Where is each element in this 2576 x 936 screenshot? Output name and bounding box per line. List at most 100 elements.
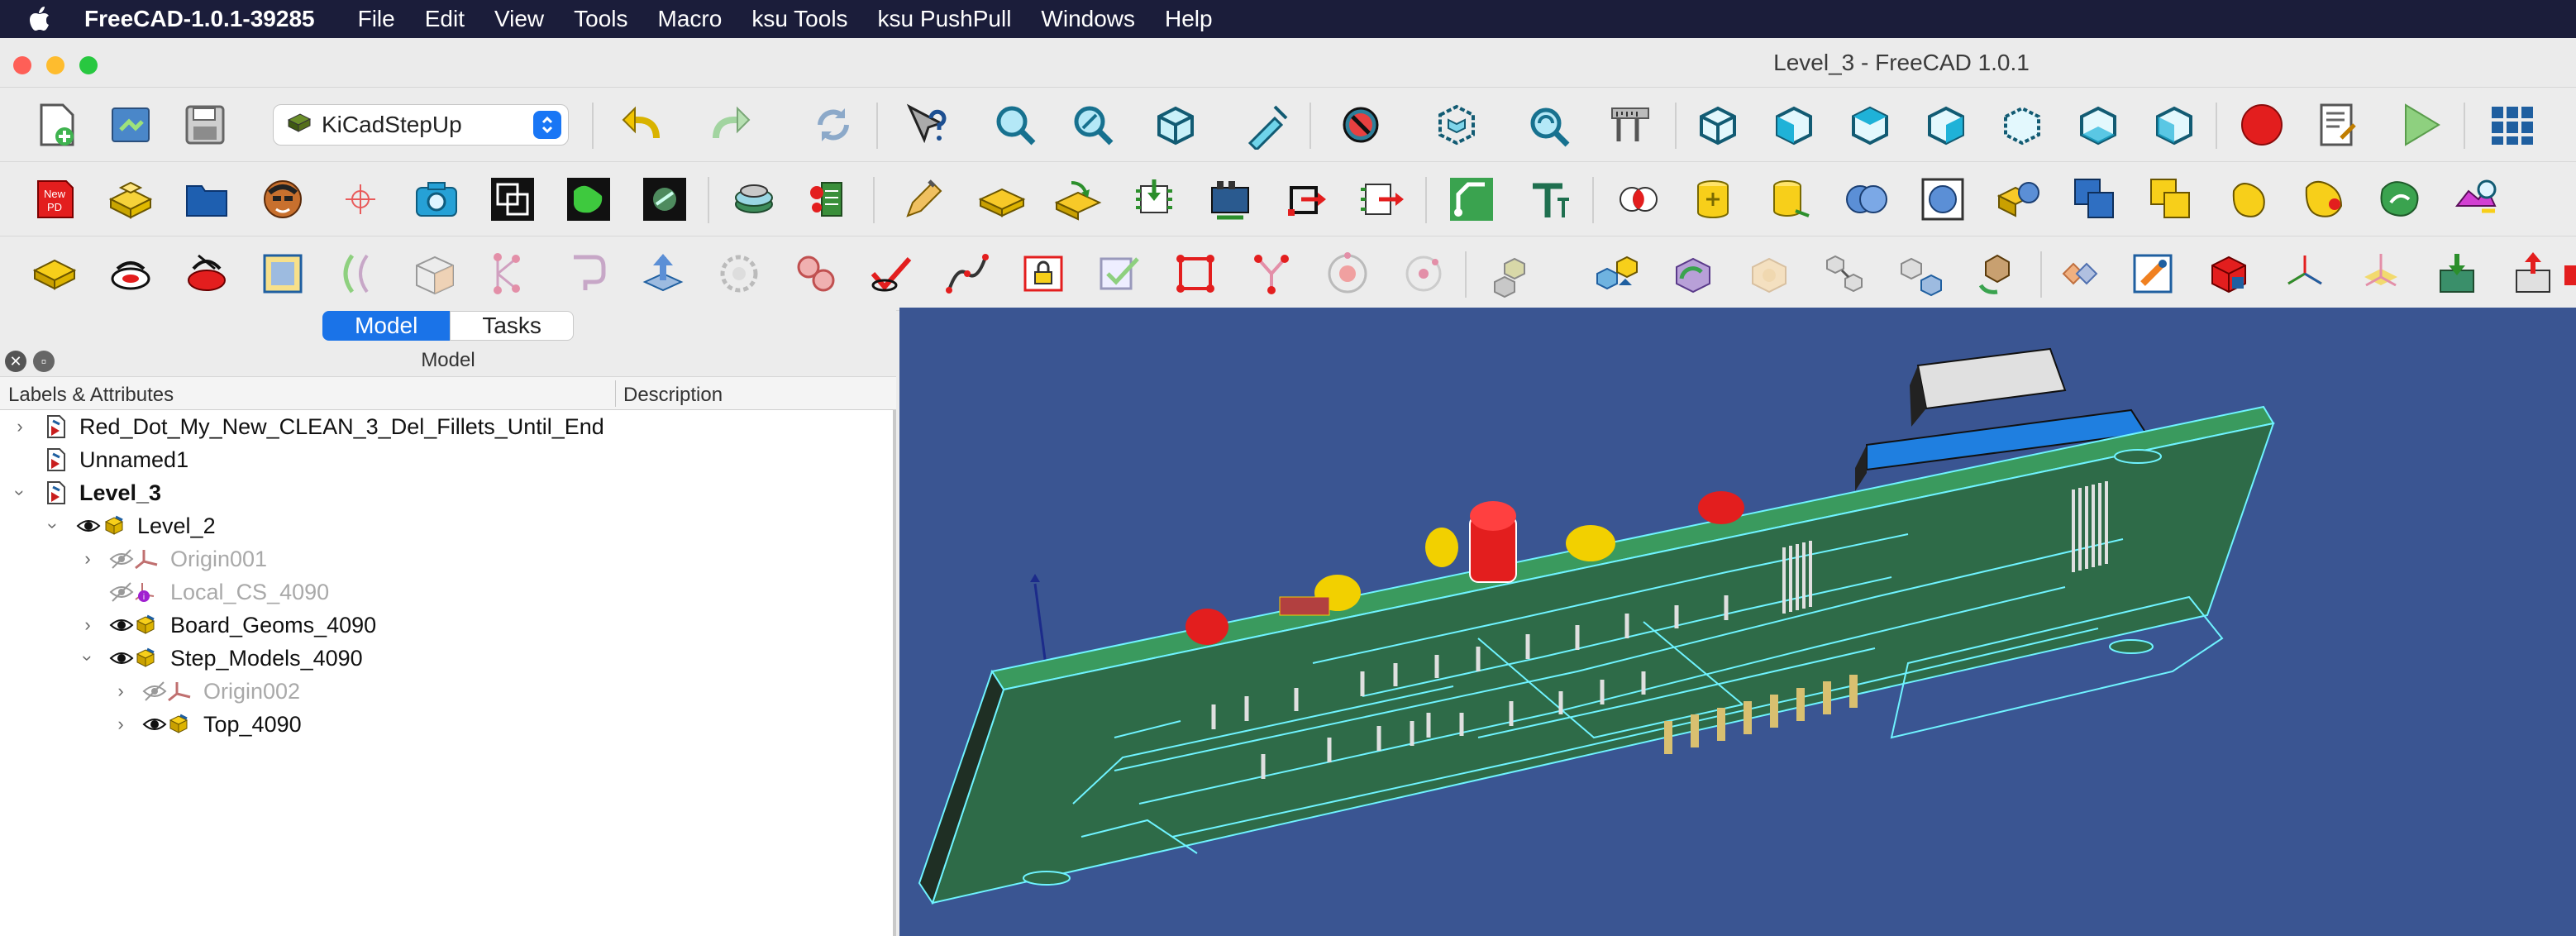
push-sketch-icon[interactable] [1280,173,1333,226]
pushpull-ring-icon[interactable] [713,247,766,300]
tree-item-origin002[interactable]: › Origin002 [0,675,893,708]
fit-all-icon[interactable] [989,98,1042,151]
hidden-eye-icon[interactable] [142,679,167,704]
view-left-icon[interactable] [2148,98,2201,151]
macro-edit-icon[interactable] [2311,98,2364,151]
red-cube-icon[interactable] [2202,247,2255,300]
pushpull-arc-icon[interactable] [332,247,385,300]
view-isometric-icon[interactable] [1691,98,1744,151]
collapse-arrow-icon[interactable]: › [10,483,31,503]
workbench-selector[interactable]: KiCadStepUp [273,104,569,146]
minimize-window-button[interactable] [46,56,64,74]
text-tool-icon[interactable] [1523,173,1576,226]
pushpull-nodes-icon[interactable] [484,247,537,300]
menu-windows[interactable]: Windows [1026,6,1150,32]
new-document-icon[interactable] [30,98,83,151]
redo-icon[interactable] [703,98,756,151]
placement-diamond-icon[interactable] [2050,247,2103,300]
expand-arrow-icon[interactable]: › [111,681,131,701]
push-pcb-icon[interactable] [1356,173,1409,226]
view-rear-icon[interactable] [1996,98,2049,151]
view-bottom-icon[interactable] [2072,98,2125,151]
axes-icon[interactable] [2278,247,2331,300]
gold-board-icon[interactable] [976,173,1028,226]
new-pd-icon[interactable]: New PD [28,173,81,226]
placement-edit-icon[interactable] [2126,247,2179,300]
cut-blue-icon[interactable] [1916,173,1969,226]
mascot-icon[interactable] [256,173,309,226]
gold-board-arrow-icon[interactable] [1052,173,1104,226]
edit-pencil-icon[interactable] [898,173,951,226]
hidden-eye-icon[interactable] [109,547,134,571]
tree-item-local-cs-4090[interactable]: i Local_CS_4090 [0,575,893,609]
menu-tools[interactable]: Tools [559,6,642,32]
pushpull-footprint-icon[interactable] [180,247,233,300]
squares-yellow-icon[interactable] [2144,173,2197,226]
draw-style-icon[interactable] [1334,98,1387,151]
pushpull-lock-icon[interactable] [1017,247,1070,300]
push-footprint-icon[interactable] [1128,173,1181,226]
zoom-window-button[interactable] [79,56,98,74]
green-board-icon[interactable] [562,173,615,226]
pushpull-gears-icon[interactable] [789,247,842,300]
cylinder-arrow-icon[interactable] [1764,173,1817,226]
boolean-union-icon[interactable] [486,173,539,226]
import-down-icon[interactable] [2431,247,2483,300]
std-view-icon[interactable] [1521,98,1574,151]
pushpull-sketch-icon[interactable] [28,247,81,300]
toolbar-overflow-icon[interactable] [2563,247,2576,300]
expand-arrow-icon[interactable]: › [111,714,131,734]
tab-tasks[interactable]: Tasks [450,311,574,341]
cylinder-add-icon[interactable] [1688,173,1741,226]
pushpull-arrow-up-icon[interactable] [637,247,689,300]
inspect-icon[interactable] [2449,173,2502,226]
load-kicad-board-icon[interactable] [104,173,157,226]
assembly-split-icon[interactable] [1895,247,1948,300]
pushpull-target-icon[interactable] [1321,247,1374,300]
push-board-icon[interactable] [1204,173,1257,226]
pushpull-box-icon[interactable] [408,247,461,300]
common-icon[interactable] [1992,173,2045,226]
float-panel-icon[interactable]: ▫ [33,351,55,372]
tree-item-level-3[interactable]: › Level_3 [0,476,893,509]
visibility-eye-icon[interactable] [142,712,167,737]
menu-macro[interactable]: Macro [643,6,737,32]
app-name-menu[interactable]: FreeCAD-1.0.1-39285 [79,6,343,32]
tree-item-top-4090[interactable]: › Top_4090 [0,708,893,741]
tree-item-red-dot-document[interactable]: › Red_Dot_My_New_CLEAN_3_Del_Fillets_Unt… [0,410,893,443]
3d-viewport[interactable] [899,308,2576,936]
assembly-ghost-icon[interactable] [1743,247,1796,300]
measure-view-icon[interactable] [1240,98,1293,151]
menu-view[interactable]: View [479,6,559,32]
fit-selection-icon[interactable] [1066,98,1119,151]
track-icon[interactable] [1445,173,1498,226]
close-window-button[interactable] [13,56,31,74]
menu-ksu-pushpull[interactable]: ksu PushPull [863,6,1027,32]
whats-this-icon[interactable] [899,98,952,151]
collapse-arrow-icon[interactable]: › [78,648,98,668]
hidden-eye-icon[interactable] [109,580,134,604]
macro-execute-icon[interactable] [2394,98,2447,151]
refresh-icon[interactable] [807,98,860,151]
tab-model[interactable]: Model [322,311,451,341]
menu-help[interactable]: Help [1150,6,1228,32]
squares-blue-icon[interactable] [2068,173,2121,226]
axes-plane-icon[interactable] [2354,247,2407,300]
export-stack-icon[interactable] [727,173,780,226]
tree-item-step-models-4090[interactable]: › Step_Models_4090 [0,642,893,675]
apple-menu-icon[interactable] [0,7,79,31]
save-icon[interactable] [179,98,231,151]
visibility-eye-icon[interactable] [109,613,134,638]
pushpull-hole-icon[interactable] [104,247,157,300]
close-panel-icon[interactable]: ✕ [5,351,26,372]
pushpull-frame-icon[interactable] [256,247,309,300]
menu-edit[interactable]: Edit [410,6,479,32]
export-up-icon[interactable] [2507,247,2559,300]
pushpull-fork-icon[interactable] [1245,247,1298,300]
column-divider[interactable] [615,380,616,407]
assembly-undo-icon[interactable] [1971,247,2024,300]
pushpull-circle-icon[interactable] [1397,247,1450,300]
pcb-3d-model[interactable] [899,308,2576,936]
assembly-refresh-icon[interactable] [1667,247,1720,300]
view-top-icon[interactable] [1844,98,1896,151]
